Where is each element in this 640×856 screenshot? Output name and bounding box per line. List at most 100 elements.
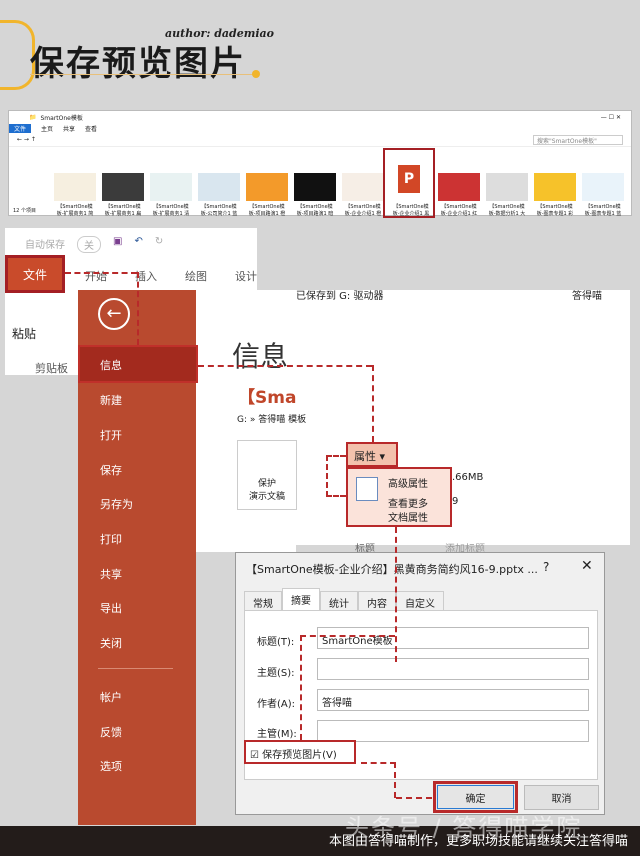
manager-field[interactable] [317,720,589,742]
nav-arrows[interactable]: ← → ↑ [17,136,36,143]
file-item[interactable]: 【SmartOne模板-图表专题1 蓝 [582,151,624,217]
file-item[interactable]: 【SmartOne模板-扩展商务1 扁 [102,151,144,217]
file-name: 【SmartOne模板-项目路演1 橙 [248,204,286,217]
autosave-toggle[interactable]: 关 [77,236,101,253]
menu-view[interactable]: 查看 [85,124,97,133]
sidebar-item-label: 信息 [100,359,122,372]
menu-home[interactable]: 主页 [41,124,53,133]
file-thumbnail [150,173,192,201]
author-field[interactable]: 答得喵 [317,689,589,711]
paste-button[interactable]: 粘贴 [12,325,36,342]
manager-field-label: 主管(M): [257,729,297,740]
title-underline [30,74,255,75]
redo-icon[interactable]: ↻ [155,236,163,253]
file-thumbnail [342,173,384,201]
connector-line [300,635,302,740]
protect-presentation-button[interactable]: 保护 演示文稿 [237,440,297,510]
more-properties-2: 文档属性 [388,513,428,524]
file-thumbnail [198,173,240,201]
menu-share[interactable]: 共享 [63,124,75,133]
title-field-label: 标题(T): [257,637,295,648]
slide-count: 9 [452,496,459,507]
folder-icon: 📁 [29,113,37,121]
file-item[interactable]: 【SmartOne模板-项目路演1 橙 [246,151,288,217]
file-name: 【SmartOne模板-图表专题1 蓝 [584,204,622,217]
file-item[interactable]: 【SmartOne模板-企业介绍1 红 [438,151,480,217]
file-name: 【SmartOne模板-扩展商务1 扁 [104,204,142,217]
tab-draw[interactable]: 绘图 [185,268,207,284]
properties-menu[interactable]: 高级属性 查看更多 文档属性 [346,467,452,527]
help-button[interactable]: ? [543,560,549,574]
user-name[interactable]: 答得喵 [572,287,602,302]
connector-line [300,635,395,637]
selected-file-highlight [383,148,435,218]
page-title: 保存预览图片 [30,44,246,84]
sidebar-item[interactable]: 关闭 [100,635,122,651]
properties-dropdown[interactable]: 属性 ▾ [346,442,398,467]
author-label: author: dademiao [165,27,275,40]
window-title: SmartOne模板 [40,114,83,122]
sidebar-item[interactable]: 打开 [100,427,122,443]
file-name: 【SmartOne模板-企业介绍1 红 [440,204,478,217]
file-name: 【Sma [238,388,297,408]
save-icon[interactable]: ▣ [113,236,122,253]
close-button[interactable]: ✕ [581,558,593,574]
menu-file[interactable]: 文件 [9,123,32,133]
file-item[interactable]: 【SmartOne模板-扩展商务1 简 [54,151,96,217]
connector-line [361,762,396,798]
save-preview-checkbox[interactable]: ☑ 保存预览图片(V) [244,740,356,764]
title-dot [252,70,260,78]
sidebar-item[interactable]: 新建 [100,392,122,408]
sidebar-item[interactable]: 导出 [100,600,122,616]
sidebar-item[interactable]: 帐户 [100,689,122,705]
connector-line [326,455,346,497]
file-thumbnail [486,173,528,201]
saved-status: 已保存到 G: 驱动器 [296,291,384,302]
file-item[interactable]: 【SmartOne模板-企业介绍1 橙 [342,151,384,217]
file-item[interactable]: 【SmartOne模板-项目路演1 暗 [294,151,336,217]
connector-line [137,272,139,345]
connector-line [372,365,374,442]
sidebar-item-info[interactable]: 信息 [78,345,198,383]
window-controls[interactable]: — ☐ ✕ [601,114,631,121]
sidebar-item[interactable]: 反馈 [100,724,122,740]
search-input[interactable]: 搜索"SmartOne模板" [533,134,623,145]
back-arrow-icon[interactable]: ← [98,298,130,330]
subject-field[interactable] [317,658,589,680]
divider [98,668,173,669]
protect-sublabel: 演示文稿 [248,492,285,502]
file-item[interactable]: 【SmartOne模板-图表专题1 彩 [534,151,576,217]
file-item[interactable]: 【SmartOne模板-数据分析1 大 [486,151,528,217]
file-thumbnail [246,173,288,201]
properties-label: 属性 [354,450,376,463]
watermark: 头条号 / 答得喵学院 [345,814,583,842]
connector-line [396,797,432,799]
file-thumbnail [438,173,480,201]
sidebar-item[interactable]: 另存为 [100,496,133,512]
sidebar-item[interactable]: 共享 [100,566,122,582]
file-item[interactable]: 【SmartOne模板-扩展商务1 清 [150,151,192,217]
advanced-properties[interactable]: 高级属性 [388,475,428,490]
sidebar-item[interactable]: 选项 [100,758,122,774]
file-name: 【SmartOne模板-数据分析1 大 [488,204,526,217]
file-explorer-window: 📁 SmartOne模板 — ☐ ✕ 文件 主页 共享 查看 ← → ↑ 搜索"Sma… [8,110,632,217]
cancel-button[interactable]: 取消 [524,785,599,810]
tab-home[interactable]: 开始 [85,268,107,284]
undo-icon[interactable]: ↶ [134,236,142,253]
file-name: 【SmartOne模板-项目路演1 暗 [296,204,334,217]
file-tab[interactable]: 文件 [5,255,65,293]
file-name: 【SmartOne模板-企业介绍1 橙 [344,204,382,217]
file-thumbnail [54,173,96,201]
file-name: 【SmartOne模板-图表专题1 彩 [536,204,574,217]
tab-design[interactable]: 设计 [235,268,257,284]
file-path: G: » 答得喵 模板 [237,415,307,425]
info-heading: 信息 [232,340,289,373]
file-item[interactable]: 【SmartOne模板-公司简介1 蓝 [198,151,240,217]
clipboard-group-label: 剪贴板 [35,362,68,375]
file-thumbnail [534,173,576,201]
title-field[interactable]: SmartOne模板 [317,627,589,649]
checkbox-label: 保存预览图片(V) [262,750,337,761]
more-properties: 查看更多 [388,499,428,510]
sidebar-item[interactable]: 保存 [100,462,122,478]
sidebar-item[interactable]: 打印 [100,531,122,547]
